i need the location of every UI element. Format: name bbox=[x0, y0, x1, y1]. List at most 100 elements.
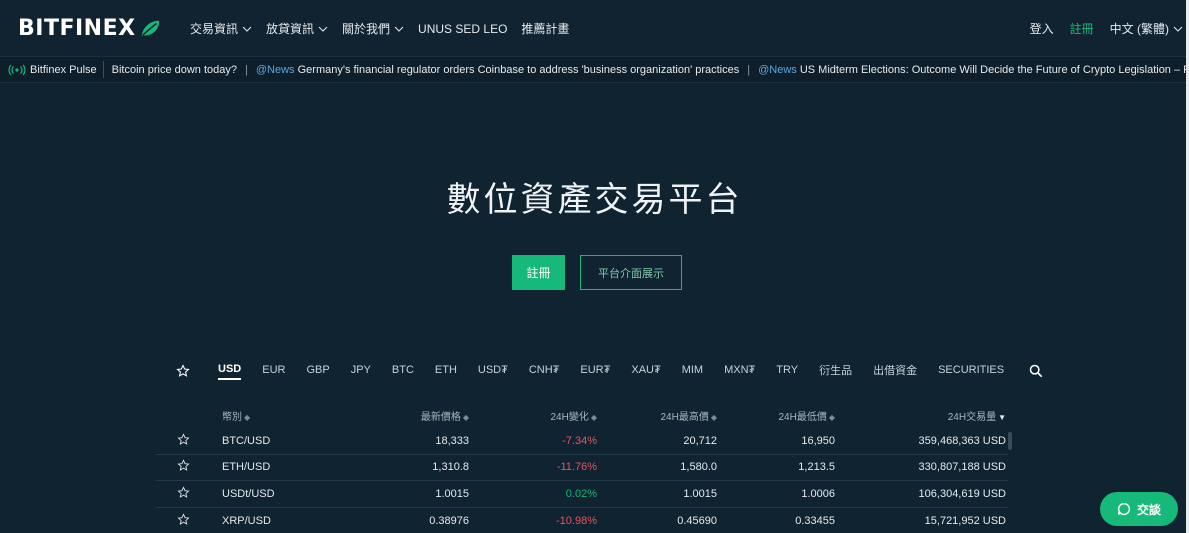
chat-bubble-icon bbox=[1117, 502, 1131, 516]
cell-pair: BTC/USD bbox=[222, 434, 271, 447]
nav-lending-info[interactable]: 放貸資訊 bbox=[266, 20, 328, 37]
row-star[interactable] bbox=[156, 433, 222, 449]
row-star[interactable] bbox=[156, 486, 222, 502]
cell-volume: 15,721,952 USD bbox=[924, 514, 1006, 527]
nav-trading-info[interactable]: 交易資訊 bbox=[190, 20, 252, 37]
news-ticker: Bitfinex Pulse Bitcoin price down today?… bbox=[0, 56, 1189, 83]
chat-label: 交談 bbox=[1136, 502, 1161, 517]
language-selector[interactable]: 中文 (繁體) bbox=[1110, 20, 1183, 37]
nav-label: 推薦計畫 bbox=[521, 22, 570, 36]
search-icon[interactable] bbox=[1029, 364, 1043, 378]
nav-leo[interactable]: UNUS SED LEO bbox=[418, 20, 507, 37]
tab-mim[interactable]: MIM bbox=[682, 364, 703, 379]
favorites-star-icon[interactable] bbox=[176, 364, 190, 378]
sort-icon: ◆ bbox=[244, 412, 251, 422]
star-icon bbox=[177, 486, 190, 498]
cell-pair: XRP/USD bbox=[222, 514, 271, 527]
tab-usd[interactable]: USD bbox=[218, 363, 242, 380]
cell-volume: 106,304,619 USD bbox=[918, 487, 1006, 500]
nav-label: UNUS SED LEO bbox=[418, 21, 508, 36]
tab-derivatives[interactable]: 衍生品 bbox=[819, 362, 852, 381]
ticker-text: US Midterm Elections: Outcome Will Decid… bbox=[799, 63, 1189, 76]
col-pair[interactable]: 幣別 ◆ bbox=[222, 408, 342, 423]
col-label: 幣別 bbox=[222, 411, 242, 423]
table-row[interactable]: USDt/USD 1.0015 0.02% 1.0015 1.0006 106,… bbox=[156, 481, 1008, 508]
account-nav: 登入 註冊 中文 (繁體) bbox=[1030, 20, 1183, 37]
col-label: 24H最高價 bbox=[660, 411, 709, 423]
col-label: 24H交易量 bbox=[947, 411, 997, 423]
table-row[interactable]: ETH/USD 1,310.8 -11.76% 1,580.0 1,213.5 … bbox=[156, 455, 1008, 481]
tab-btc[interactable]: BTC bbox=[392, 364, 414, 379]
tab-xaut[interactable]: XAU₮ bbox=[631, 364, 660, 379]
register-link[interactable]: 註冊 bbox=[1070, 20, 1094, 37]
language-label: 中文 (繁體) bbox=[1109, 22, 1169, 36]
ticker-item[interactable]: Bitcoin price down today? bbox=[104, 64, 245, 76]
star-icon bbox=[177, 459, 190, 472]
col-change[interactable]: 24H變化 ◆ bbox=[469, 408, 597, 423]
cell-last: 18,333 bbox=[435, 434, 469, 447]
star-icon bbox=[177, 433, 190, 445]
cell-high: 20,712 bbox=[683, 434, 717, 447]
cell-change: -11.76% bbox=[556, 461, 597, 474]
hero-register-button[interactable]: 註冊 bbox=[512, 255, 565, 290]
ticker-item[interactable]: @News Germany's financial regulator orde… bbox=[248, 64, 747, 76]
bitfinex-logo[interactable]: BITFINEX bbox=[18, 16, 161, 41]
cell-last: 1.0015 bbox=[435, 487, 469, 500]
chat-button[interactable]: 交談 bbox=[1100, 492, 1178, 526]
cell-low: 0.33455 bbox=[795, 514, 835, 527]
col-last[interactable]: 最新價格 ◆ bbox=[342, 408, 469, 423]
nav-referral[interactable]: 推薦計畫 bbox=[521, 20, 569, 37]
col-volume[interactable]: 24H交易量 ▼ bbox=[835, 408, 1006, 423]
tab-eth[interactable]: ETH bbox=[435, 364, 457, 379]
hero-title: 數位資產交易平台 bbox=[446, 181, 743, 219]
tab-jpy[interactable]: JPY bbox=[351, 364, 371, 379]
ticker-text: Bitcoin price down today? bbox=[111, 63, 238, 76]
cell-low: 16,950 bbox=[801, 434, 835, 447]
nav-label: 關於我們 bbox=[342, 22, 391, 36]
main-nav: 交易資訊 放貸資訊 關於我們 UNUS SED LEO 推薦計畫 bbox=[190, 20, 569, 37]
nav-label: 交易資訊 bbox=[190, 22, 239, 36]
tab-eur[interactable]: EUR bbox=[262, 364, 285, 379]
platform-demo-button[interactable]: 平台介面展示 bbox=[580, 255, 682, 290]
col-label: 最新價格 bbox=[420, 411, 461, 423]
sort-desc-icon: ▼ bbox=[998, 412, 1006, 422]
cell-high: 1.0015 bbox=[683, 487, 717, 500]
tab-funding[interactable]: 出借資金 bbox=[873, 362, 917, 381]
pulse-link[interactable]: Bitfinex Pulse bbox=[0, 61, 104, 78]
tab-cnht[interactable]: CNH₮ bbox=[529, 364, 560, 379]
row-star[interactable] bbox=[156, 459, 222, 475]
leaf-icon bbox=[141, 20, 159, 36]
table-row[interactable]: XRP/USD 0.38976 -10.98% 0.45690 0.33455 … bbox=[156, 508, 1008, 533]
tab-securities[interactable]: SECURITIES bbox=[938, 364, 1004, 379]
chevron-down-icon bbox=[394, 26, 404, 32]
chevron-down-icon bbox=[242, 26, 252, 32]
cell-change: -10.98% bbox=[556, 514, 597, 527]
chevron-down-icon bbox=[1173, 26, 1183, 32]
star-icon bbox=[177, 513, 190, 525]
tab-mxnt[interactable]: MXN₮ bbox=[724, 364, 755, 379]
broadcast-icon bbox=[8, 64, 26, 75]
cell-high: 0.45690 bbox=[677, 514, 717, 527]
cell-high: 1,580.0 bbox=[680, 461, 717, 474]
cell-pair: USDt/USD bbox=[222, 487, 275, 500]
cell-volume: 330,807,188 USD bbox=[918, 461, 1006, 474]
ticker-item[interactable]: @News US Midterm Elections: Outcome Will… bbox=[750, 64, 1189, 76]
col-high[interactable]: 24H最高價 ◆ bbox=[597, 408, 717, 423]
cell-low: 1.0006 bbox=[801, 487, 835, 500]
tab-try[interactable]: TRY bbox=[776, 364, 798, 379]
cell-pair: ETH/USD bbox=[222, 461, 271, 474]
ticker-source: @News bbox=[758, 63, 797, 76]
col-low[interactable]: 24H最低價 ◆ bbox=[717, 408, 835, 423]
login-link[interactable]: 登入 bbox=[1030, 20, 1054, 37]
cell-low: 1,213.5 bbox=[798, 461, 835, 474]
table-scrollbar[interactable] bbox=[1008, 432, 1012, 450]
ticker-source: @News bbox=[255, 63, 295, 76]
tab-gbp[interactable]: GBP bbox=[306, 364, 329, 379]
table-row[interactable]: BTC/USD 18,333 -7.34% 20,712 16,950 359,… bbox=[156, 428, 1008, 455]
tab-usdt[interactable]: USD₮ bbox=[478, 364, 508, 379]
col-label: 24H最低價 bbox=[778, 411, 827, 423]
tab-eurt[interactable]: EUR₮ bbox=[580, 364, 610, 379]
row-star[interactable] bbox=[156, 513, 222, 529]
logo-text: BITFINEX bbox=[18, 16, 136, 41]
nav-about-us[interactable]: 關於我們 bbox=[342, 20, 404, 37]
